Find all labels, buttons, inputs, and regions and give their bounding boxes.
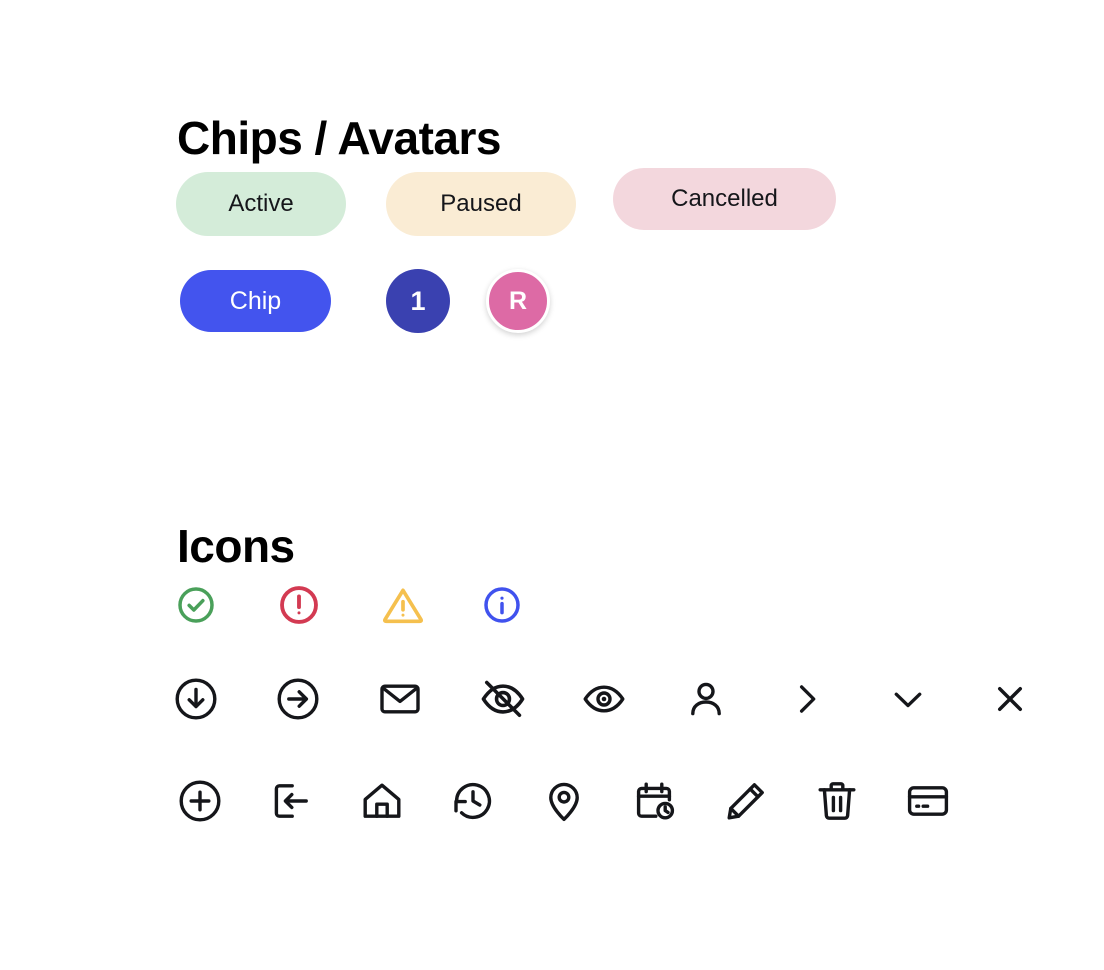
- status-chip-paused[interactable]: Paused: [386, 172, 576, 236]
- download-circle-icon[interactable]: [172, 674, 274, 724]
- status-icon-row: [176, 580, 584, 630]
- count-badge[interactable]: 1: [386, 269, 450, 333]
- check-circle-icon[interactable]: [176, 580, 278, 630]
- alert-circle-icon[interactable]: [278, 580, 380, 630]
- status-chip-active[interactable]: Active: [176, 172, 346, 236]
- warning-triangle-icon[interactable]: [380, 580, 482, 630]
- chevron-down-icon[interactable]: [886, 674, 988, 724]
- calendar-clock-icon[interactable]: [631, 776, 722, 826]
- primary-chip[interactable]: Chip: [180, 270, 331, 332]
- chip-avatar-row: Chip 1 R: [180, 265, 550, 337]
- close-icon[interactable]: [988, 674, 1090, 724]
- count-badge-label: 1: [410, 285, 426, 316]
- pencil-icon[interactable]: [722, 776, 813, 826]
- page-title-icons: Icons: [177, 519, 295, 572]
- plus-circle-icon[interactable]: [176, 776, 267, 826]
- info-circle-icon[interactable]: [482, 580, 584, 630]
- logout-icon[interactable]: [267, 776, 358, 826]
- user-icon[interactable]: [682, 674, 784, 724]
- arrow-right-circle-icon[interactable]: [274, 674, 376, 724]
- ui-icon-row: [172, 674, 1090, 724]
- action-icon-row: [176, 776, 995, 826]
- home-icon[interactable]: [358, 776, 449, 826]
- avatar[interactable]: R: [486, 269, 550, 333]
- trash-icon[interactable]: [813, 776, 904, 826]
- avatar-initial: R: [508, 286, 528, 315]
- credit-card-icon[interactable]: [904, 776, 995, 826]
- mail-icon[interactable]: [376, 674, 478, 724]
- page-title-chips: Chips / Avatars: [177, 111, 501, 164]
- status-chip-cancelled[interactable]: Cancelled: [613, 168, 836, 230]
- status-chip-row: Active Paused Cancelled: [176, 168, 836, 238]
- status-chip-paused-label: Paused: [440, 190, 522, 217]
- eye-off-icon[interactable]: [478, 674, 580, 724]
- map-pin-icon[interactable]: [540, 776, 631, 826]
- history-icon[interactable]: [449, 776, 540, 826]
- primary-chip-label: Chip: [229, 286, 282, 315]
- status-chip-active-label: Active: [228, 190, 294, 217]
- chevron-right-icon[interactable]: [784, 674, 886, 724]
- status-chip-cancelled-label: Cancelled: [671, 185, 778, 212]
- eye-icon[interactable]: [580, 674, 682, 724]
